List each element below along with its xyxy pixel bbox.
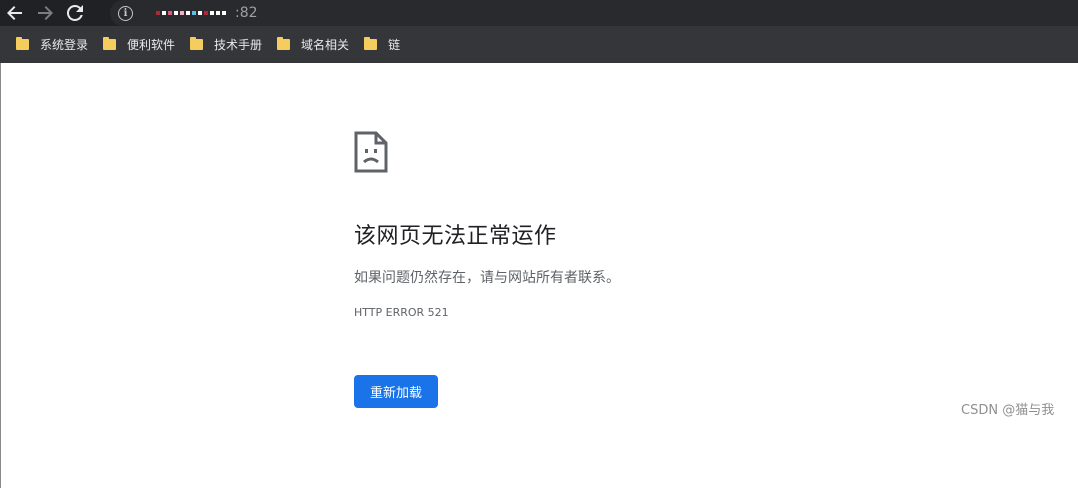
error-description: 如果问题仍然存在，请与网站所有者联系。 (354, 270, 620, 286)
window-edge (0, 63, 1, 488)
watermark: CSDN @猫与我 (961, 403, 1055, 418)
bookmarks-bar: 系统登录 便利软件 技术手册 域名相关 链 (0, 26, 1078, 63)
error-code: HTTP ERROR 521 (354, 306, 449, 319)
browser-toolbar: i :82 (0, 0, 1078, 26)
sad-page-icon (354, 131, 388, 173)
reload-button[interactable] (60, 0, 90, 26)
bookmark-label: 便利软件 (127, 38, 176, 52)
bookmark-folder[interactable]: 链 (362, 33, 408, 57)
arrow-right-icon (38, 6, 53, 20)
arrow-left-icon (7, 6, 22, 20)
folder-icon (364, 37, 378, 50)
bookmark-label: 链 (388, 38, 401, 52)
folder-icon (277, 37, 291, 50)
address-bar[interactable]: i :82 (110, 0, 1078, 26)
url-host-redacted (155, 5, 237, 21)
reload-icon (67, 5, 83, 21)
bookmark-folder[interactable]: 域名相关 (275, 33, 357, 57)
url-port: :82 (235, 5, 258, 21)
folder-icon (16, 37, 29, 50)
bookmark-label: 系统登录 (40, 38, 89, 52)
back-button[interactable] (0, 0, 30, 26)
bookmark-folder[interactable]: 系统登录 (14, 33, 96, 57)
bookmark-label: 域名相关 (301, 38, 350, 52)
forward-button[interactable] (30, 0, 60, 26)
folder-icon (103, 37, 117, 50)
bookmark-folder[interactable]: 便利软件 (101, 33, 183, 57)
folder-icon (190, 37, 204, 50)
bookmark-folder[interactable]: 技术手册 (188, 33, 270, 57)
error-title: 该网页无法正常运作 (354, 224, 557, 249)
bookmark-label: 技术手册 (214, 38, 263, 52)
reload-page-button[interactable]: 重新加载 (354, 375, 438, 408)
info-icon[interactable]: i (118, 5, 133, 21)
